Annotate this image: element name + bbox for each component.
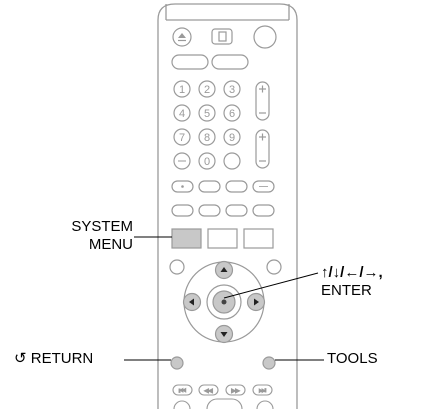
number-label: 1 (179, 84, 185, 96)
remote-diagram: 1 2 3 4 5 6 7 8 9 0 ⏮ ◂◂ ▸▸ ⏭ (124, 3, 324, 409)
number-label: 8 (204, 132, 210, 144)
top-row (172, 25, 277, 49)
rockers (255, 81, 270, 169)
number-button[interactable]: 7 (173, 128, 191, 146)
number-button[interactable]: 1 (173, 80, 191, 98)
side-right-button[interactable] (266, 259, 282, 275)
function-button[interactable] (198, 180, 221, 193)
tools-button[interactable] (262, 356, 276, 370)
menu-row (171, 228, 274, 249)
number-button[interactable]: 5 (198, 104, 216, 122)
number-label: 9 (229, 132, 235, 144)
oval-button-left[interactable] (171, 54, 209, 70)
svg-text:◂◂: ◂◂ (204, 386, 212, 395)
oval-row (171, 54, 249, 70)
power-button[interactable] (253, 25, 277, 49)
channel-rocker[interactable] (255, 129, 270, 169)
number-label: 4 (179, 108, 185, 120)
next-button[interactable]: ⏭ (252, 384, 273, 396)
number-button[interactable]: 0 (198, 152, 216, 170)
left-arrow-button[interactable] (182, 292, 202, 312)
system-menu-callout: SYSTEM MENU (40, 218, 133, 254)
fast-forward-button[interactable] (256, 400, 274, 409)
function-button[interactable] (225, 204, 248, 217)
number-button[interactable]: 3 (223, 80, 241, 98)
number-button[interactable]: 8 (198, 128, 216, 146)
rewind-button[interactable] (173, 400, 191, 409)
enter-button[interactable] (212, 290, 236, 314)
up-arrow-button[interactable] (214, 260, 234, 280)
function-button[interactable] (171, 204, 194, 217)
system-menu-line2: MENU (88, 236, 133, 253)
return-callout: ↺ RETURN (14, 350, 94, 367)
function-button[interactable] (225, 180, 248, 193)
clear-button[interactable] (173, 152, 191, 170)
open-close-button[interactable] (172, 27, 192, 47)
enter-leader (223, 272, 319, 299)
svg-text:⏮: ⏮ (179, 386, 186, 395)
replay-button[interactable]: ◂◂ (198, 384, 219, 396)
number-label: 2 (204, 84, 210, 96)
oval-button-right[interactable] (211, 54, 249, 70)
function-row-1 (171, 180, 275, 193)
number-button[interactable]: 9 (223, 128, 241, 146)
arrows-line2: ENTER (321, 282, 372, 299)
number-keypad: 1 2 3 4 5 6 7 8 9 0 (173, 80, 241, 170)
number-button[interactable]: 6 (223, 104, 241, 122)
arrows-enter-callout: ↑/↓/←/→, ENTER (321, 264, 383, 300)
number-label: 0 (204, 156, 210, 168)
menu-button[interactable] (243, 228, 274, 249)
tools-callout: TOOLS (327, 350, 378, 367)
number-label: 6 (229, 108, 235, 120)
function-row-2 (171, 204, 275, 217)
number-label: 5 (204, 108, 210, 120)
svg-text:⏭: ⏭ (259, 386, 266, 395)
arrows-line1: ↑/↓/←/→, (321, 264, 383, 281)
number-button[interactable]: 2 (198, 80, 216, 98)
direction-pad (169, 259, 282, 370)
return-button[interactable] (170, 356, 184, 370)
system-menu-button[interactable] (171, 228, 202, 249)
function-button[interactable] (198, 204, 221, 217)
function-button[interactable] (252, 204, 275, 217)
number-label: 7 (179, 132, 185, 144)
input-button[interactable] (211, 28, 233, 45)
right-arrow-button[interactable] (246, 292, 266, 312)
volume-rocker[interactable] (255, 81, 270, 121)
transport-row: ⏮ ◂◂ ▸▸ ⏭ (172, 384, 274, 409)
svg-text:▸▸: ▸▸ (231, 386, 239, 395)
side-left-button[interactable] (169, 259, 185, 275)
top-menu-button[interactable] (207, 228, 238, 249)
number-button[interactable]: 4 (173, 104, 191, 122)
blank-button[interactable] (223, 152, 241, 170)
advance-button[interactable]: ▸▸ (225, 384, 246, 396)
number-label: 3 (229, 84, 235, 96)
system-menu-line1: SYSTEM (71, 218, 133, 235)
down-arrow-button[interactable] (214, 324, 234, 344)
play-button[interactable] (206, 398, 243, 409)
prev-button[interactable]: ⏮ (172, 384, 193, 396)
